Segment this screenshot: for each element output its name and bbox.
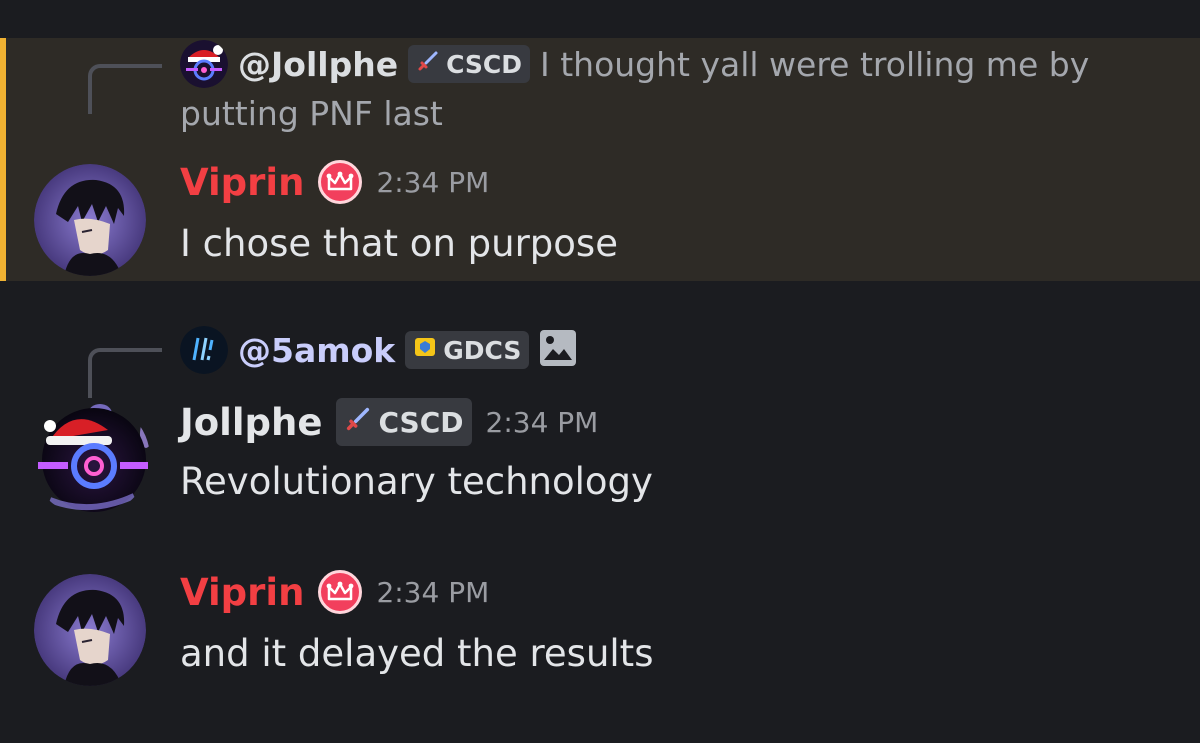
guild-tag[interactable]: CSCD <box>408 45 530 83</box>
crown-icon[interactable] <box>318 570 363 614</box>
sword-icon <box>416 49 440 79</box>
message-content[interactable]: Revolutionary technology <box>180 460 653 503</box>
message-content[interactable]: and it delayed the results <box>180 632 653 675</box>
viprin-avatar[interactable] <box>34 164 146 276</box>
timestamp[interactable]: 2:34 PM <box>486 406 599 439</box>
message-content[interactable]: I chose that on purpose <box>180 222 618 265</box>
viprin-avatar[interactable] <box>34 574 146 686</box>
reply-preview[interactable]: @Jollphe CSCD I thought yall were trolli… <box>180 40 1089 88</box>
reply-spine <box>88 348 162 398</box>
guild-tag-label: CSCD <box>446 49 522 79</box>
jollphe-mini-avatar[interactable] <box>180 40 228 88</box>
guild-tag-label: CSCD <box>378 405 464 439</box>
5amok-mini-avatar[interactable] <box>180 326 228 374</box>
jollphe-avatar[interactable] <box>30 400 150 516</box>
guild-tag[interactable]: CSCD <box>336 398 472 446</box>
timestamp[interactable]: 2:34 PM <box>376 166 489 199</box>
reply-text-continued[interactable]: putting PNF last <box>180 94 443 133</box>
reply-author[interactable]: @5amok <box>238 331 395 370</box>
reply-text[interactable]: I thought yall were trolling me by <box>540 45 1089 84</box>
message-header: Jollphe CSCD 2:34 PM <box>180 398 598 446</box>
image-icon[interactable] <box>539 329 577 371</box>
timestamp[interactable]: 2:34 PM <box>376 576 489 609</box>
message-header: Viprin 2:34 PM <box>180 570 489 614</box>
guild-tag[interactable]: GDCS <box>405 331 530 369</box>
shield-icon <box>413 335 437 365</box>
sword-icon <box>344 405 372 440</box>
author-name[interactable]: Viprin <box>180 161 304 204</box>
reply-author[interactable]: @Jollphe <box>238 45 398 84</box>
author-name[interactable]: Jollphe <box>180 401 322 444</box>
author-name[interactable]: Viprin <box>180 571 304 614</box>
crown-icon[interactable] <box>318 160 363 204</box>
guild-tag-label: GDCS <box>443 335 522 365</box>
reply-spine <box>88 64 162 114</box>
reply-preview[interactable]: @5amok GDCS <box>180 326 577 374</box>
message-header: Viprin 2:34 PM <box>180 160 489 204</box>
